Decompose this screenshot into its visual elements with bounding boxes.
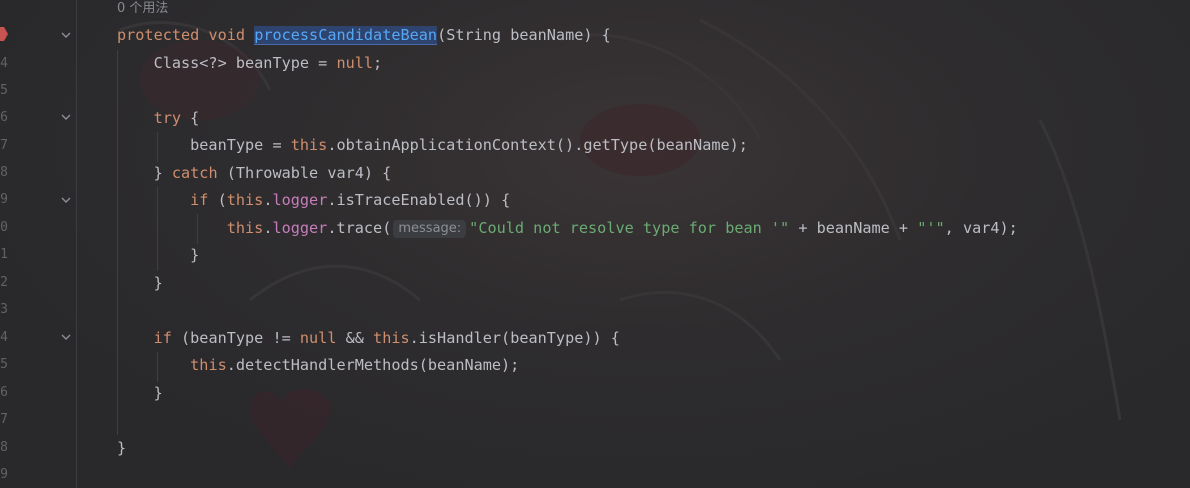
fold-arrow-icon[interactable] <box>60 194 72 206</box>
code-token: (Throwable var4) { <box>217 164 392 182</box>
fold-arrow-icon[interactable] <box>60 111 72 123</box>
code-line[interactable]: } <box>117 439 126 457</box>
code-line[interactable]: protected void processCandidateBean(Stri… <box>117 26 611 45</box>
indent-guide <box>117 50 118 435</box>
code-editor[interactable]: 0 个用法 4 5 6 7 8 9 0 1 2 3 4 5 6 7 8 9 pr… <box>0 0 1190 488</box>
code-token: } <box>117 164 172 182</box>
line-number: 4 <box>0 330 8 345</box>
code-token: } <box>117 246 200 264</box>
code-token: beanType = <box>117 136 291 154</box>
code-token: } <box>117 274 163 292</box>
code-token: protected <box>117 26 200 44</box>
code-line[interactable]: Class<?> beanType = null; <box>117 54 383 72</box>
code-token: if <box>153 329 172 347</box>
code-token: this <box>290 136 328 154</box>
line-number: 5 <box>0 357 8 372</box>
code-token: null <box>336 54 374 72</box>
code-token: if <box>190 191 209 209</box>
code-line[interactable]: this.logger.trace(message: "Could not res… <box>117 219 1018 238</box>
code-line[interactable]: } <box>117 246 199 264</box>
line-number: 9 <box>0 467 8 482</box>
code-token: .trace( <box>327 219 392 237</box>
line-number: 2 <box>0 275 8 290</box>
code-token: null <box>299 329 337 347</box>
fold-arrow-icon[interactable] <box>60 29 72 41</box>
usages-hint[interactable]: 0 个用法 <box>117 0 168 17</box>
line-number: 8 <box>0 440 8 455</box>
breakpoint-icon[interactable] <box>0 27 8 41</box>
parameter-hint: message: <box>393 220 467 238</box>
code-token: this <box>226 191 264 209</box>
code-token: .isHandler(beanType)) { <box>409 329 620 347</box>
code-token: try <box>153 109 182 127</box>
code-line[interactable]: if (this.logger.isTraceEnabled()) { <box>117 191 510 209</box>
editor-background-image <box>119 18 1122 470</box>
code-line[interactable]: } <box>117 274 163 292</box>
code-token: .obtainApplicationContext().getType(bean… <box>327 136 748 154</box>
line-number: 9 <box>0 192 8 207</box>
code-token: (beanType != <box>171 329 300 347</box>
line-number: 7 <box>0 138 8 153</box>
code-line[interactable]: beanType = this.obtainApplicationContext… <box>117 136 748 154</box>
code-line[interactable]: this.detectHandlerMethods(beanName); <box>117 356 519 374</box>
code-token: .detectHandlerMethods(beanName); <box>226 356 520 374</box>
line-number: 0 <box>0 220 8 235</box>
line-number: 4 <box>0 56 8 71</box>
code-token: Class<?> beanType = <box>117 54 337 72</box>
editor-gutter: 4 5 6 7 8 9 0 1 2 3 4 5 6 7 8 9 <box>0 0 77 488</box>
code-token: ; <box>373 54 383 72</box>
line-number: 7 <box>0 412 8 427</box>
code-token: } <box>117 384 163 402</box>
code-token: "'" <box>917 219 945 237</box>
code-token: this <box>373 329 410 347</box>
code-token: catch <box>171 164 218 182</box>
line-number: 6 <box>0 385 8 400</box>
line-number: 5 <box>0 83 8 98</box>
code-token: , var4); <box>944 219 1018 237</box>
code-token: logger <box>272 219 328 237</box>
code-token: void <box>208 26 246 44</box>
code-token: ( <box>208 191 227 209</box>
code-token: this <box>190 356 227 374</box>
code-line[interactable]: } <box>117 384 163 402</box>
code-token: } <box>117 439 127 457</box>
code-token: .isTraceEnabled()) { <box>327 191 511 209</box>
fold-arrow-icon[interactable] <box>60 331 72 343</box>
code-token: (String beanName) { <box>437 26 611 44</box>
code-token: { <box>181 109 200 127</box>
line-number: 3 <box>0 302 8 317</box>
code-token: && <box>336 329 374 347</box>
line-number: 8 <box>0 165 8 180</box>
code-line[interactable]: } catch (Throwable var4) { <box>117 164 392 182</box>
code-token: "Could not resolve type for bean '" <box>469 219 790 237</box>
code-line[interactable]: try { <box>117 109 200 127</box>
line-number: 1 <box>0 247 8 262</box>
code-line[interactable]: if (beanType != null && this.isHandler(b… <box>117 329 620 347</box>
code-token: + beanName + <box>789 219 918 237</box>
line-number: 6 <box>0 110 8 125</box>
code-token: this <box>226 219 264 237</box>
method-name[interactable]: processCandidateBean <box>254 26 438 45</box>
code-token: logger <box>272 191 328 209</box>
